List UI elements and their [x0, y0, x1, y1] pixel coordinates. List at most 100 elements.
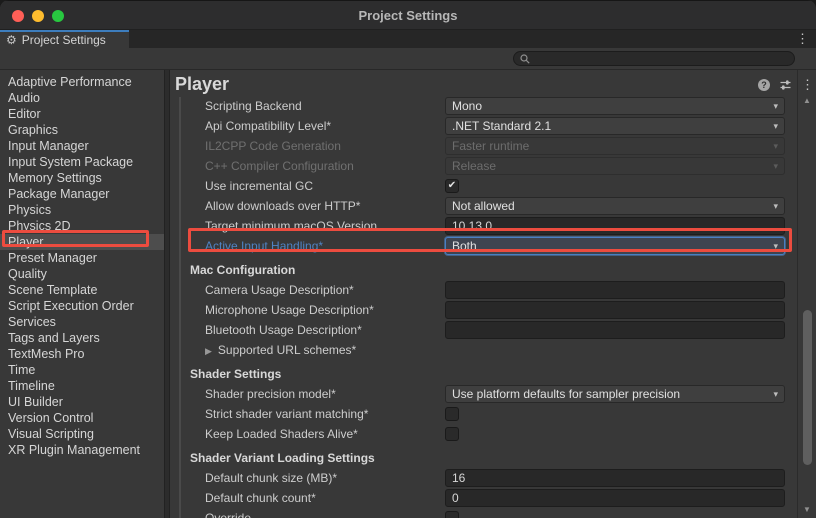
zoom-button[interactable] — [52, 10, 64, 22]
settings-row-strict-shader-variant-matching: Strict shader variant matching* — [170, 404, 797, 424]
sidebar-item-preset-manager[interactable]: Preset Manager — [0, 250, 164, 266]
tab-strip-kebab-menu-icon[interactable]: ⋮ — [796, 31, 809, 47]
close-button[interactable] — [12, 10, 24, 22]
section-header-shader-variant-loading-settings: Shader Variant Loading Settings — [170, 448, 797, 468]
strict-shader-variant-matching-checkbox[interactable] — [445, 407, 459, 421]
help-icon[interactable]: ? — [758, 79, 770, 91]
settings-row-api-compatibility-level: Api Compatibility Level*.NET Standard 2.… — [170, 116, 797, 136]
window-title: Project Settings — [359, 8, 458, 23]
allow-downloads-over-http-dropdown[interactable]: Not allowed ▾ — [445, 197, 785, 215]
il2cpp-code-generation-dropdown: Faster runtime▾ — [445, 137, 785, 155]
sidebar-item-version-control[interactable]: Version Control — [0, 410, 164, 426]
bluetooth-usage-description-field[interactable] — [445, 321, 785, 339]
chevron-down-icon: ▾ — [773, 202, 778, 211]
row-label-use-incremental-gc: Use incremental GC — [205, 179, 445, 193]
shader-precision-model-dropdown[interactable]: Use platform defaults for sampler precis… — [445, 385, 785, 403]
dropdown-value: Faster runtime — [452, 139, 529, 153]
sidebar-item-timeline[interactable]: Timeline — [0, 378, 164, 394]
sidebar-item-input-system-package[interactable]: Input System Package — [0, 154, 164, 170]
foldout-label: ▶Supported URL schemes* — [205, 343, 445, 357]
sidebar-item-quality[interactable]: Quality — [0, 266, 164, 282]
search-input[interactable] — [534, 53, 788, 65]
row-control — [445, 301, 785, 319]
settings-row-shader-precision-model: Shader precision model*Use platform defa… — [170, 384, 797, 404]
microphone-usage-description-field[interactable] — [445, 301, 785, 319]
sidebar-item-tags-and-layers[interactable]: Tags and Layers — [0, 330, 164, 346]
row-control — [445, 321, 785, 339]
sidebar-item-graphics[interactable]: Graphics — [0, 122, 164, 138]
sidebar-item-services[interactable]: Services — [0, 314, 164, 330]
row-control: Faster runtime▾ — [445, 137, 785, 155]
override-checkbox[interactable] — [445, 511, 459, 518]
settings-row-il2cpp-code-generation: IL2CPP Code GenerationFaster runtime▾ — [170, 136, 797, 156]
row-control — [445, 407, 785, 421]
sidebar-item-scene-template[interactable]: Scene Template — [0, 282, 164, 298]
row-control — [445, 511, 785, 518]
row-label-bluetooth-usage-description: Bluetooth Usage Description* — [205, 323, 445, 337]
c-compiler-configuration-dropdown: Release ▾ — [445, 157, 785, 175]
keep-loaded-shaders-alive-checkbox[interactable] — [445, 427, 459, 441]
scrollbar-thumb[interactable] — [803, 310, 812, 465]
sidebar-item-adaptive-performance[interactable]: Adaptive Performance — [0, 74, 164, 90]
sidebar-item-ui-builder[interactable]: UI Builder — [0, 394, 164, 410]
sidebar-item-input-manager[interactable]: Input Manager — [0, 138, 164, 154]
row-label-default-chunk-count: Default chunk count* — [205, 491, 445, 505]
sidebar-item-time[interactable]: Time — [0, 362, 164, 378]
row-control: Both▾ — [445, 237, 785, 255]
dropdown-value: Mono — [452, 99, 482, 113]
presets-icon[interactable] — [779, 79, 792, 91]
sidebar-item-memory-settings[interactable]: Memory Settings — [0, 170, 164, 186]
target-minimum-macos-version-field[interactable]: 10.13.0 — [445, 217, 785, 235]
foldout-arrow-icon: ▶ — [205, 346, 212, 356]
tab-project-settings[interactable]: ⚙ Project Settings — [0, 30, 129, 48]
row-label-keep-loaded-shaders-alive: Keep Loaded Shaders Alive* — [205, 427, 445, 441]
row-label-override: Override — [205, 511, 445, 518]
chevron-down-icon: ▾ — [773, 162, 778, 171]
default-chunk-count-field[interactable]: 0 — [445, 489, 785, 507]
search-box[interactable] — [513, 51, 795, 66]
settings-row-active-input-handling: Active Input Handling*Both▾ — [170, 236, 797, 256]
active-input-handling-dropdown[interactable]: Both▾ — [445, 237, 785, 255]
settings-row-supported-url-schemes[interactable]: ▶Supported URL schemes* — [170, 340, 797, 360]
row-control: Mono▾ — [445, 97, 785, 115]
settings-sidebar: Adaptive PerformanceAudioEditorGraphicsI… — [0, 70, 164, 518]
sidebar-item-visual-scripting[interactable]: Visual Scripting — [0, 426, 164, 442]
settings-row-bluetooth-usage-description: Bluetooth Usage Description* — [170, 320, 797, 340]
section-header-label: Shader Settings — [190, 367, 281, 381]
settings-row-microphone-usage-description: Microphone Usage Description* — [170, 300, 797, 320]
chevron-down-icon: ▾ — [773, 122, 778, 131]
page-title: Player — [170, 70, 797, 96]
chevron-down-icon: ▾ — [773, 242, 778, 251]
scripting-backend-dropdown[interactable]: Mono▾ — [445, 97, 785, 115]
camera-usage-description-field[interactable] — [445, 281, 785, 299]
settings-content: Player Scripting BackendMono▾Api Compati… — [170, 70, 797, 518]
sidebar-item-xr-plugin-management[interactable]: XR Plugin Management — [0, 442, 164, 458]
row-control: Not allowed ▾ — [445, 197, 785, 215]
sidebar-item-package-manager[interactable]: Package Manager — [0, 186, 164, 202]
sidebar-item-editor[interactable]: Editor — [0, 106, 164, 122]
row-control: ✔ — [445, 179, 785, 193]
row-control: Release ▾ — [445, 157, 785, 175]
sidebar-item-physics[interactable]: Physics — [0, 202, 164, 218]
sidebar-item-script-execution-order[interactable]: Script Execution Order — [0, 298, 164, 314]
player-kebab-menu-icon[interactable]: ⋮ — [801, 79, 814, 91]
settings-row-default-chunk-size-mb: Default chunk size (MB)*16 — [170, 468, 797, 488]
sidebar-item-physics-2d[interactable]: Physics 2D — [0, 218, 164, 234]
settings-row-keep-loaded-shaders-alive: Keep Loaded Shaders Alive* — [170, 424, 797, 444]
row-control: Use platform defaults for sampler precis… — [445, 385, 785, 403]
sidebar-item-audio[interactable]: Audio — [0, 90, 164, 106]
dropdown-value: Release — [452, 159, 496, 173]
use-incremental-gc-checkbox[interactable]: ✔ — [445, 179, 459, 193]
main-panel: ? ⋮ Player Scripting BackendMono▾Api Com… — [170, 70, 816, 518]
row-control: .NET Standard 2.1▾ — [445, 117, 785, 135]
sidebar-item-player[interactable]: Player — [0, 234, 164, 250]
titlebar: Project Settings — [0, 0, 816, 30]
dropdown-value: Not allowed — [452, 199, 515, 213]
scroll-up-arrow-icon[interactable]: ▲ — [798, 97, 816, 105]
sidebar-item-textmesh-pro[interactable]: TextMesh Pro — [0, 346, 164, 362]
scroll-down-arrow-icon[interactable]: ▼ — [798, 506, 816, 514]
default-chunk-size-mb-field[interactable]: 16 — [445, 469, 785, 487]
minimize-button[interactable] — [32, 10, 44, 22]
api-compatibility-level-dropdown[interactable]: .NET Standard 2.1▾ — [445, 117, 785, 135]
vertical-scrollbar[interactable]: ▲ ▼ — [797, 70, 816, 518]
